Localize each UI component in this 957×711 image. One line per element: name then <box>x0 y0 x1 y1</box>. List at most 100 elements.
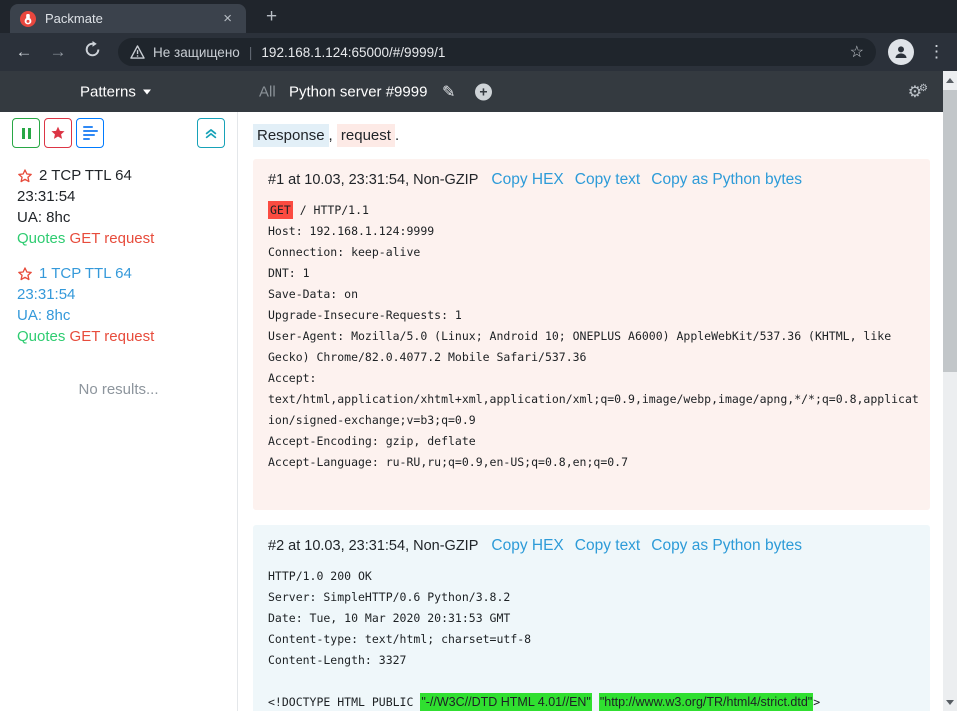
scroll-up-arrow[interactable] <box>943 73 957 87</box>
plain-text: / HTTP/1.1 <box>293 203 369 217</box>
packet-actions: Copy HEX Copy text Copy as Python bytes <box>480 537 802 555</box>
copy-action-link[interactable]: Copy text <box>575 537 640 554</box>
settings-gear-icon[interactable]: ⚙⚙ <box>908 82 928 102</box>
browser-addressbar: ← → Не защищено | 192.168.1.124:65000/#/… <box>0 33 957 71</box>
profile-avatar[interactable] <box>888 39 914 65</box>
not-secure-warning-icon[interactable] <box>130 45 145 59</box>
chevrons-up-icon <box>204 126 218 140</box>
stream-item-time: 23:31:54 <box>17 284 221 305</box>
person-icon <box>893 44 909 60</box>
copy-action-link[interactable]: Copy as Python bytes <box>651 537 802 554</box>
highlighted-text: "-//W3C//DTD HTML 4.01//EN" <box>420 693 592 711</box>
packet-card: #2 at 10.03, 23:31:54, Non-GZIP Copy HEX… <box>253 525 930 711</box>
plain-text: DNT: 1 <box>268 266 310 280</box>
plain-text: Content-Length: 3327 <box>268 653 406 667</box>
plain-text: Accept-Encoding: gzip, deflate <box>268 434 476 448</box>
browser-tab[interactable]: Packmate × <box>10 4 246 33</box>
stream-item-ua: UA: 8hc <box>17 305 221 326</box>
back-icon[interactable]: ← <box>12 42 36 62</box>
packet-card: #1 at 10.03, 23:31:54, Non-GZIP Copy HEX… <box>253 159 930 510</box>
patterns-label: Patterns <box>80 83 136 100</box>
packet-list: #1 at 10.03, 23:31:54, Non-GZIP Copy HEX… <box>253 159 930 711</box>
highlighted-text: "http://www.w3.org/TR/html4/strict.dtd" <box>599 693 813 711</box>
view-mode-button[interactable] <box>76 118 104 148</box>
stream-item-title: 2 TCP TTL 64 <box>17 165 221 186</box>
packmate-favicon <box>20 11 36 27</box>
stream-list: 2 TCP TTL 64 23:31:54 UA: 8hc Quotes GET… <box>0 165 237 361</box>
star-icon <box>50 125 66 141</box>
chevron-down-icon <box>143 89 151 94</box>
edit-pattern-icon[interactable]: ✎ <box>442 82 455 102</box>
highlighted-text: Response <box>253 124 329 147</box>
no-results-label: No results... <box>0 381 237 398</box>
stream-tag: GET request <box>70 230 155 247</box>
stream-item-label: 2 TCP TTL 64 <box>39 165 132 186</box>
packet-body: HTTP/1.0 200 OK Server: SimpleHTTP/0.6 P… <box>268 566 915 711</box>
patterns-dropdown[interactable]: Patterns <box>80 83 151 100</box>
copy-action-link[interactable]: Copy HEX <box>491 537 563 554</box>
plain-text: Accept: <box>268 371 316 385</box>
tab-current-pattern[interactable]: Python server #9999 <box>289 83 427 100</box>
highlighted-text: GET <box>268 201 293 219</box>
security-label: Не защищено <box>153 45 240 60</box>
plain-text: , <box>329 127 337 144</box>
page-scrollbar[interactable] <box>943 71 957 711</box>
pause-capture-button[interactable] <box>12 118 40 148</box>
favorite-star-icon[interactable] <box>17 168 33 184</box>
tab-all-patterns[interactable]: All <box>259 83 276 100</box>
url-text: 192.168.1.124:65000/#/9999/1 <box>261 45 849 60</box>
stream-tag: Quotes <box>17 328 65 345</box>
favorites-filter-button[interactable] <box>44 118 72 148</box>
tab-close-icon[interactable]: × <box>219 9 236 28</box>
stream-item-label: 1 TCP TTL 64 <box>39 263 132 284</box>
plus-icon: + <box>475 83 492 100</box>
scrollbar-thumb[interactable] <box>943 90 957 372</box>
packet-header: #2 at 10.03, 23:31:54, Non-GZIP Copy HEX… <box>268 537 915 555</box>
plain-text: Upgrade-Insecure-Requests: 1 <box>268 308 462 322</box>
plain-text: > <box>813 695 820 709</box>
plain-text: HTTP/1.0 200 OK <box>268 569 372 583</box>
packet-view: Response, request. #1 at 10.03, 23:31:54… <box>238 112 943 711</box>
plain-text: Gecko) Chrome/82.0.4077.2 Mobile Safari/… <box>268 350 587 364</box>
pause-icon <box>22 128 31 139</box>
stream-tags-line: Response, request. <box>253 125 930 147</box>
packet-header: #1 at 10.03, 23:31:54, Non-GZIP Copy HEX… <box>268 171 915 189</box>
stream-item-ua: UA: 8hc <box>17 207 221 228</box>
forward-icon[interactable]: → <box>46 42 70 62</box>
plain-text: <!DOCTYPE HTML PUBLIC <box>268 695 420 709</box>
stream-tag: GET request <box>70 328 155 345</box>
plain-text: . <box>395 127 399 144</box>
bookmark-star-icon[interactable]: ☆ <box>850 42 864 62</box>
packet-body: GET / HTTP/1.1 Host: 192.168.1.124:9999 … <box>268 200 915 494</box>
copy-action-link[interactable]: Copy as Python bytes <box>651 171 802 188</box>
favorite-star-icon[interactable] <box>17 266 33 282</box>
copy-action-link[interactable]: Copy text <box>575 171 640 188</box>
collapse-sidebar-button[interactable] <box>197 118 225 148</box>
plain-text: Date: Tue, 10 Mar 2020 20:31:53 GMT <box>268 611 510 625</box>
sidebar-button-row <box>12 118 227 148</box>
refresh-icon[interactable] <box>80 41 104 63</box>
stream-list-item[interactable]: 2 TCP TTL 64 23:31:54 UA: 8hc Quotes GET… <box>0 165 237 263</box>
stream-item-tags: Quotes GET request <box>17 228 221 249</box>
plain-text: Server: SimpleHTTP/0.6 Python/3.8.2 <box>268 590 510 604</box>
tab-title: Packmate <box>45 11 219 26</box>
packet-title: #1 at 10.03, 23:31:54, Non-GZIP <box>268 172 478 188</box>
plain-text: ion/signed-exchange;v=b3;q=0.9 <box>268 413 476 427</box>
new-tab-button[interactable]: + <box>258 6 285 28</box>
plain-text: Save-Data: on <box>268 287 358 301</box>
url-separator: | <box>249 44 253 60</box>
browser-chrome: Packmate × + ← → Не защищено | 192.168.1… <box>0 0 957 71</box>
plain-text: Content-type: text/html; charset=utf-8 <box>268 632 531 646</box>
plain-text: User-Agent: Mozilla/5.0 (Linux; Android … <box>268 329 891 343</box>
highlighted-text: request <box>337 124 395 147</box>
plain-text <box>592 695 599 709</box>
add-pattern-button[interactable]: + <box>475 83 492 100</box>
copy-action-link[interactable]: Copy HEX <box>491 171 563 188</box>
stream-item-title: 1 TCP TTL 64 <box>17 263 221 284</box>
url-field[interactable]: Не защищено | 192.168.1.124:65000/#/9999… <box>118 38 876 66</box>
browser-menu-icon[interactable]: ⋮ <box>928 42 945 62</box>
refresh-glyph <box>84 41 101 58</box>
packet-title: #2 at 10.03, 23:31:54, Non-GZIP <box>268 538 478 554</box>
stream-list-item[interactable]: 1 TCP TTL 64 23:31:54 UA: 8hc Quotes GET… <box>0 263 237 361</box>
scroll-down-arrow[interactable] <box>943 695 957 709</box>
